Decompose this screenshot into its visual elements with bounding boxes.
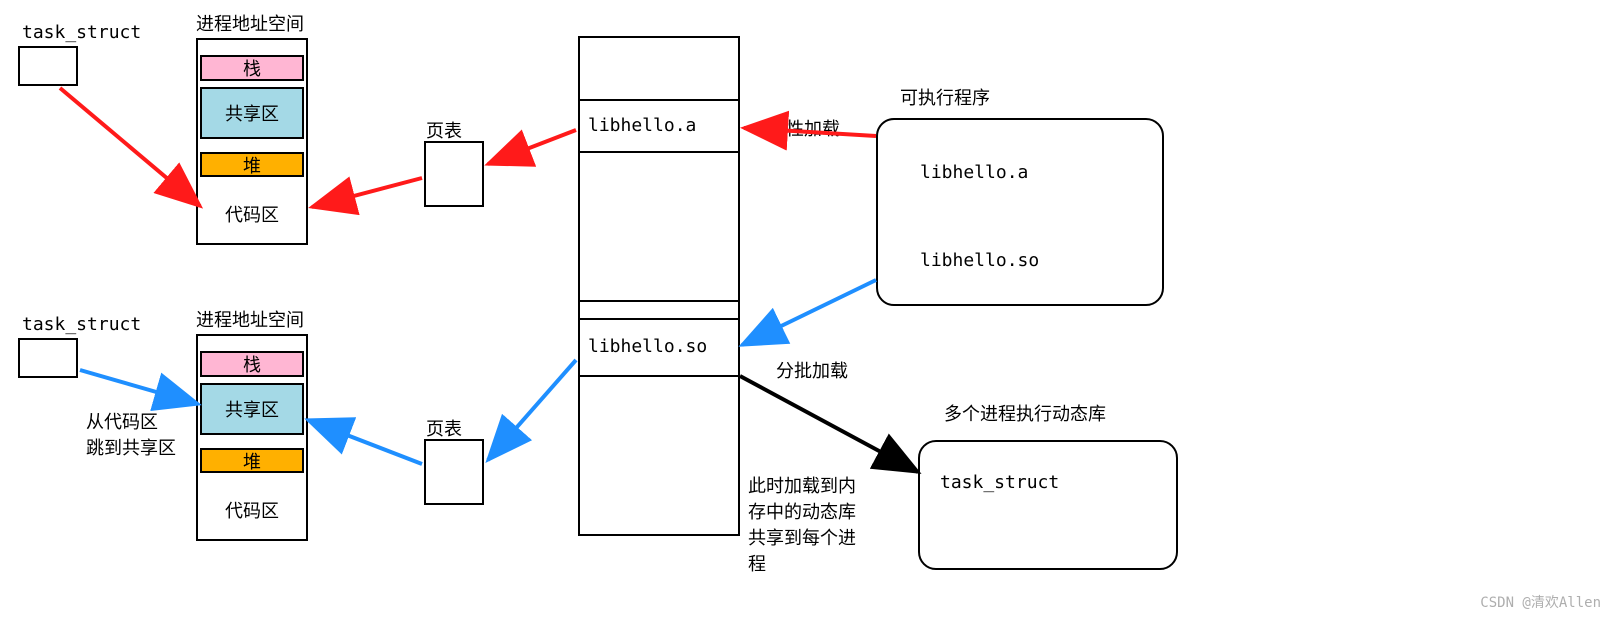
page-table-label-1: 页表: [426, 117, 462, 143]
seg-code-label-2: 代码区: [225, 497, 279, 523]
task-struct-box-1: [18, 46, 78, 86]
seg-shared-2: 共享区: [200, 383, 304, 435]
seg-code-1: 代码区: [198, 186, 306, 241]
page-table-label-2: 页表: [426, 415, 462, 441]
task-struct-box-2: [18, 338, 78, 378]
mem-divider-1: [578, 99, 740, 101]
task-struct-label-1: task_struct: [22, 22, 141, 43]
seg-code-2: 代码区: [198, 482, 306, 537]
attribution: CSDN @清欢Allen: [1480, 592, 1601, 612]
seg-heap-label: 堆: [243, 152, 261, 178]
address-space-title-2: 进程地址空间: [196, 306, 304, 332]
page-table-box-1: [424, 141, 484, 207]
mem-divider-2: [578, 151, 740, 153]
mem-lib-a: libhello.a: [588, 115, 696, 136]
seg-heap-1: 堆: [200, 152, 304, 177]
mem-lib-so: libhello.so: [588, 336, 707, 357]
seg-code-label: 代码区: [225, 201, 279, 227]
task-struct-label-2: task_struct: [22, 314, 141, 335]
executable-lib-so: libhello.so: [920, 250, 1039, 271]
load-batch-label: 分批加载: [776, 357, 848, 383]
load-once-label: 一次性加载: [750, 115, 840, 141]
seg-stack-label: 栈: [243, 55, 261, 81]
address-space-title-1: 进程地址空间: [196, 10, 304, 36]
seg-heap-2: 堆: [200, 448, 304, 473]
memory-block: [578, 36, 740, 536]
page-table-box-2: [424, 439, 484, 505]
seg-stack-1: 栈: [200, 55, 304, 81]
mem-divider-4: [578, 318, 740, 320]
dynproc-inner: task_struct: [940, 472, 1059, 493]
seg-stack-label-2: 栈: [243, 351, 261, 377]
dynproc-title: 多个进程执行动态库: [944, 400, 1106, 426]
seg-shared-1: 共享区: [200, 87, 304, 139]
seg-shared-label: 共享区: [225, 100, 279, 126]
code-to-shared-label: 从代码区 跳到共享区: [86, 410, 176, 462]
seg-heap-label-2: 堆: [243, 448, 261, 474]
seg-shared-label-2: 共享区: [225, 396, 279, 422]
executable-lib-a: libhello.a: [920, 162, 1028, 183]
executable-title: 可执行程序: [900, 84, 990, 110]
seg-stack-2: 栈: [200, 351, 304, 377]
mem-divider-3: [578, 300, 740, 302]
executable-box: [876, 118, 1164, 306]
loaded-note: 此时加载到内 存中的动态库 共享到每个进 程: [748, 474, 856, 578]
mem-divider-5: [578, 375, 740, 377]
dynproc-box: [918, 440, 1178, 570]
